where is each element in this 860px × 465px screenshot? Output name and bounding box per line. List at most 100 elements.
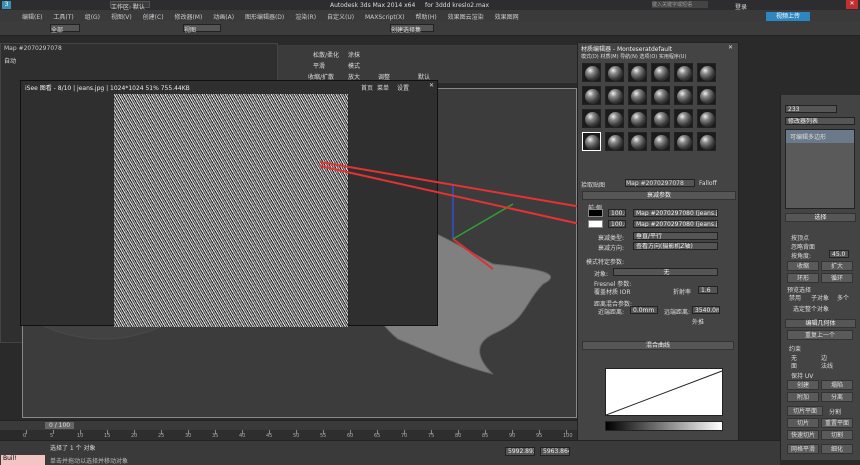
stack-item[interactable]: 可编辑多边形: [786, 130, 854, 143]
extrapolate-checkbox[interactable]: 外推: [692, 317, 704, 326]
slice-plane-button[interactable]: 切片平面: [787, 406, 823, 416]
ribbon-button[interactable]: 平滑: [313, 61, 325, 70]
material-slot[interactable]: [697, 109, 716, 128]
split-checkbox[interactable]: 分割: [829, 407, 841, 416]
material-slot[interactable]: [674, 132, 693, 151]
ribbon-button[interactable]: 模式: [348, 61, 360, 70]
angle-field[interactable]: 45.0: [829, 250, 849, 258]
viewer-action[interactable]: 设置: [397, 83, 409, 92]
menu-item[interactable]: 效果图云渲染: [448, 14, 484, 21]
frame-indicator[interactable]: 0 / 100: [45, 422, 75, 429]
detach-button[interactable]: 分离: [821, 392, 853, 402]
material-slot[interactable]: [605, 63, 624, 82]
material-slots[interactable]: [582, 63, 722, 158]
menu-item[interactable]: 工具(T): [53, 14, 73, 21]
repeat-last-button[interactable]: 重复上一个: [787, 330, 853, 340]
mix-curve-graph[interactable]: [605, 368, 723, 416]
ior-field[interactable]: 1.6: [698, 286, 718, 294]
mat-menu-item[interactable]: 导航(N): [620, 54, 638, 60]
far-distance-field[interactable]: 3540.0mm: [692, 306, 720, 314]
close-icon[interactable]: ✕: [846, 0, 858, 9]
app-logo-icon[interactable]: 3: [2, 1, 11, 9]
material-slot[interactable]: [674, 86, 693, 105]
mat-menu-item[interactable]: 实用程序(U): [659, 54, 687, 60]
material-slot[interactable]: [628, 86, 647, 105]
search-input[interactable]: 键入关键字或短语: [652, 1, 708, 8]
material-slot[interactable]: [628, 63, 647, 82]
material-slot[interactable]: [582, 109, 601, 128]
ignore-backfacing-checkbox[interactable]: 忽略背面: [791, 242, 815, 251]
material-editor-close-icon[interactable]: ✕: [728, 44, 733, 51]
quickslice-button[interactable]: 快速切片: [787, 430, 819, 440]
falloff-direction-select[interactable]: 查看方向(摄影机Z轴): [633, 242, 718, 250]
workspace-dropdown[interactable]: 工作区: 默认: [110, 1, 150, 11]
pick-map-label[interactable]: 拾取贴图: [581, 180, 605, 189]
menu-item[interactable]: MAXScript(X): [365, 14, 405, 21]
preserve-uv-checkbox[interactable]: 保持 UV: [791, 371, 813, 380]
material-slot[interactable]: [697, 86, 716, 105]
material-slot[interactable]: [628, 109, 647, 128]
material-editor-window[interactable]: 材质编辑器 - Monteseratdefault ✕ 模式(D) 材质(M) …: [577, 42, 739, 465]
shrink-button[interactable]: 收缩: [787, 261, 819, 271]
ribbon-button[interactable]: 松散/柔化: [313, 50, 339, 59]
timeline-ruler[interactable]: 0 5 10 15 20 25 30 35 40 45 50 55 60 65 70 75 80 85 90 95 10…: [22, 430, 577, 440]
menu-item[interactable]: 帮助(H): [416, 14, 437, 21]
side-amount[interactable]: 100.0: [608, 220, 626, 228]
material-slot[interactable]: [651, 63, 670, 82]
cut-button[interactable]: 切割: [821, 430, 853, 440]
constraint-option[interactable]: 法线: [821, 361, 833, 370]
menu-item[interactable]: 修改器(M): [174, 14, 202, 21]
viewer-action[interactable]: 菜单: [377, 83, 389, 92]
tessellate-button[interactable]: 细化: [821, 444, 853, 454]
create-button[interactable]: 创建: [787, 380, 819, 390]
map-name-field[interactable]: Map #2070297078: [625, 179, 695, 187]
material-slot[interactable]: [651, 132, 670, 151]
mat-menu-item[interactable]: 材质(M): [600, 54, 618, 60]
front-map-button[interactable]: Map #2070297080 (jeans.jpg): [633, 209, 718, 217]
image-viewer-window[interactable]: iSee 图看 - 8/10 | jeans.jpg | 1024*1024 5…: [20, 80, 438, 327]
preview-option[interactable]: 子对象: [811, 293, 829, 302]
ribbon-button[interactable]: 涂抹: [348, 50, 360, 59]
selection-filter-dropdown[interactable]: 全部: [50, 24, 80, 34]
mat-menu-item[interactable]: 选项(O): [639, 54, 657, 60]
object-name-field[interactable]: 233: [785, 105, 837, 113]
time-slider[interactable]: 0 / 100: [0, 420, 577, 430]
material-slot[interactable]: [582, 86, 601, 105]
selection-rollout[interactable]: 选择: [785, 213, 856, 222]
material-slot[interactable]: [582, 132, 601, 151]
attach-button[interactable]: 附加: [787, 392, 819, 402]
material-slot[interactable]: [605, 109, 624, 128]
slice-button[interactable]: 切片: [787, 418, 819, 428]
grow-button[interactable]: 扩大: [821, 261, 853, 271]
selection-set-dropdown[interactable]: 创建选择集: [390, 24, 434, 34]
reset-plane-button[interactable]: 重置平面: [821, 418, 853, 428]
material-slot[interactable]: [582, 63, 601, 82]
material-slot[interactable]: [697, 132, 716, 151]
by-angle-checkbox[interactable]: 按角度:: [791, 251, 811, 260]
menu-item[interactable]: 组(G): [85, 14, 100, 21]
by-vertex-checkbox[interactable]: 按顶点: [791, 233, 809, 242]
viewer-action[interactable]: 首页: [361, 83, 373, 92]
loop-button[interactable]: 循环: [821, 273, 853, 283]
side-map-button[interactable]: Map #2070297080 (jeans.jpg): [633, 220, 718, 228]
menu-item[interactable]: 效果图网: [495, 14, 519, 21]
material-slot[interactable]: [605, 86, 624, 105]
viewer-close-icon[interactable]: ✕: [429, 82, 434, 89]
mix-curve-rollout[interactable]: 混合曲线: [582, 341, 734, 350]
material-slot[interactable]: [605, 132, 624, 151]
mat-menu-item[interactable]: 模式(D): [581, 54, 599, 60]
menu-item[interactable]: 视图(V): [111, 14, 132, 21]
x-coordinate[interactable]: 5992.893: [505, 447, 535, 456]
modifier-list-dropdown[interactable]: 修改器列表: [785, 117, 855, 125]
maxscript-listener[interactable]: Buil!: [1, 455, 45, 465]
y-coordinate[interactable]: 5963.864: [540, 447, 570, 456]
material-slot[interactable]: [651, 109, 670, 128]
material-slot[interactable]: [628, 132, 647, 151]
front-amount[interactable]: 100.0: [608, 209, 626, 217]
menu-item[interactable]: 动画(A): [213, 14, 234, 21]
meshsmooth-button[interactable]: 网格平滑: [787, 444, 819, 454]
material-slot[interactable]: [697, 63, 716, 82]
preview-option[interactable]: 禁用: [789, 293, 801, 302]
material-slot[interactable]: [674, 63, 693, 82]
modifier-stack[interactable]: 可编辑多边形: [785, 129, 855, 209]
